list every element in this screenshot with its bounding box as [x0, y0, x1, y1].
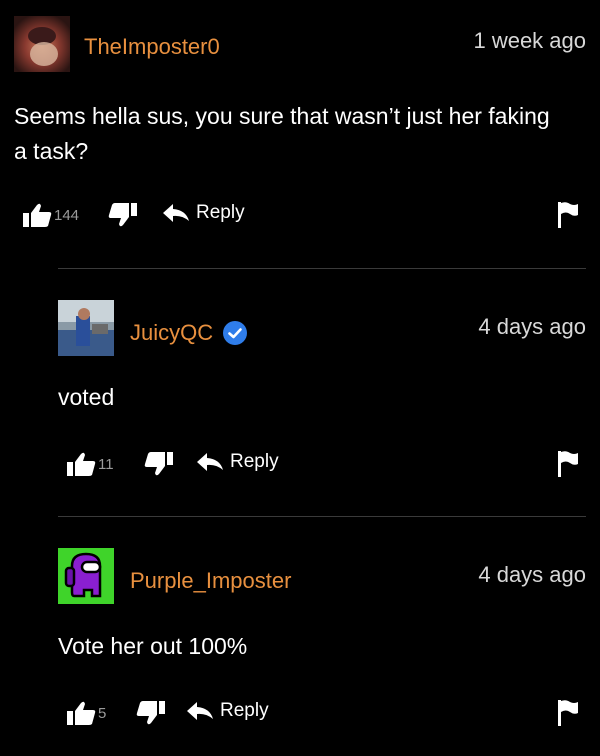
- reply-button[interactable]: Reply: [186, 700, 269, 722]
- dislike-button[interactable]: [108, 202, 138, 228]
- flag-button[interactable]: [556, 200, 580, 235]
- reply-arrow-icon: [163, 204, 189, 222]
- flag-icon: [558, 202, 578, 228]
- thumbs-up-icon: [67, 701, 96, 725]
- timestamp: 1 week ago: [473, 28, 586, 53]
- avatar[interactable]: [58, 548, 114, 604]
- reply-button[interactable]: Reply: [162, 202, 245, 224]
- like-button[interactable]: 144: [22, 202, 79, 228]
- thumbs-up-icon: [67, 452, 96, 476]
- timestamp: 4 days ago: [478, 562, 586, 587]
- comment-text: Seems hella sus, you sure that wasn’t ju…: [14, 103, 550, 164]
- reply-arrow-icon: [197, 453, 223, 471]
- avatar[interactable]: [58, 300, 114, 356]
- avatar[interactable]: [14, 16, 70, 72]
- like-button[interactable]: 11: [66, 451, 114, 477]
- timestamp: 4 days ago: [478, 314, 586, 339]
- flag-icon: [558, 700, 578, 726]
- comment-3: Purple_Imposter 4 days ago Vote her out …: [0, 516, 600, 756]
- verified-check-icon: [223, 321, 248, 345]
- username[interactable]: TheImposter0: [84, 34, 220, 60]
- username[interactable]: JuicyQC: [130, 320, 248, 346]
- username-text: TheImposter0: [84, 34, 220, 59]
- comment-1: TheImposter0 1 week ago Seems hella sus,…: [0, 0, 600, 260]
- reply-button[interactable]: Reply: [196, 451, 279, 473]
- reply-arrow-icon: [187, 702, 213, 720]
- avatar-image: [58, 548, 114, 604]
- like-button[interactable]: 5: [66, 700, 106, 726]
- avatar-image: [58, 300, 114, 356]
- thumbs-down-icon: [108, 203, 137, 227]
- flag-button[interactable]: [556, 449, 580, 484]
- dislike-button[interactable]: [144, 451, 174, 477]
- username-text: JuicyQC: [130, 320, 214, 345]
- comment-actions: 11 Reply: [0, 449, 600, 479]
- username-text: Purple_Imposter: [130, 568, 292, 593]
- dislike-button[interactable]: [136, 700, 166, 726]
- flag-icon: [558, 451, 578, 477]
- comment-2: JuicyQC 4 days ago voted 11 Reply: [0, 268, 600, 516]
- verified-badge: [223, 321, 248, 345]
- comment-text: Vote her out 100%: [58, 633, 248, 659]
- comment-actions: 144 Reply: [0, 200, 600, 230]
- thumbs-up-icon: [23, 203, 52, 227]
- username[interactable]: Purple_Imposter: [130, 568, 291, 594]
- avatar-image: [14, 16, 70, 72]
- comment-actions: 5 Reply: [0, 698, 600, 728]
- reply-label: Reply: [220, 700, 269, 721]
- like-count: 144: [54, 206, 80, 224]
- comment-text: voted: [58, 384, 115, 410]
- like-count: 11: [98, 455, 114, 473]
- reply-label: Reply: [196, 202, 245, 223]
- like-count: 5: [98, 704, 107, 722]
- reply-label: Reply: [230, 451, 279, 472]
- thumbs-down-icon: [136, 701, 165, 725]
- thumbs-down-icon: [144, 452, 173, 476]
- flag-button[interactable]: [556, 698, 580, 733]
